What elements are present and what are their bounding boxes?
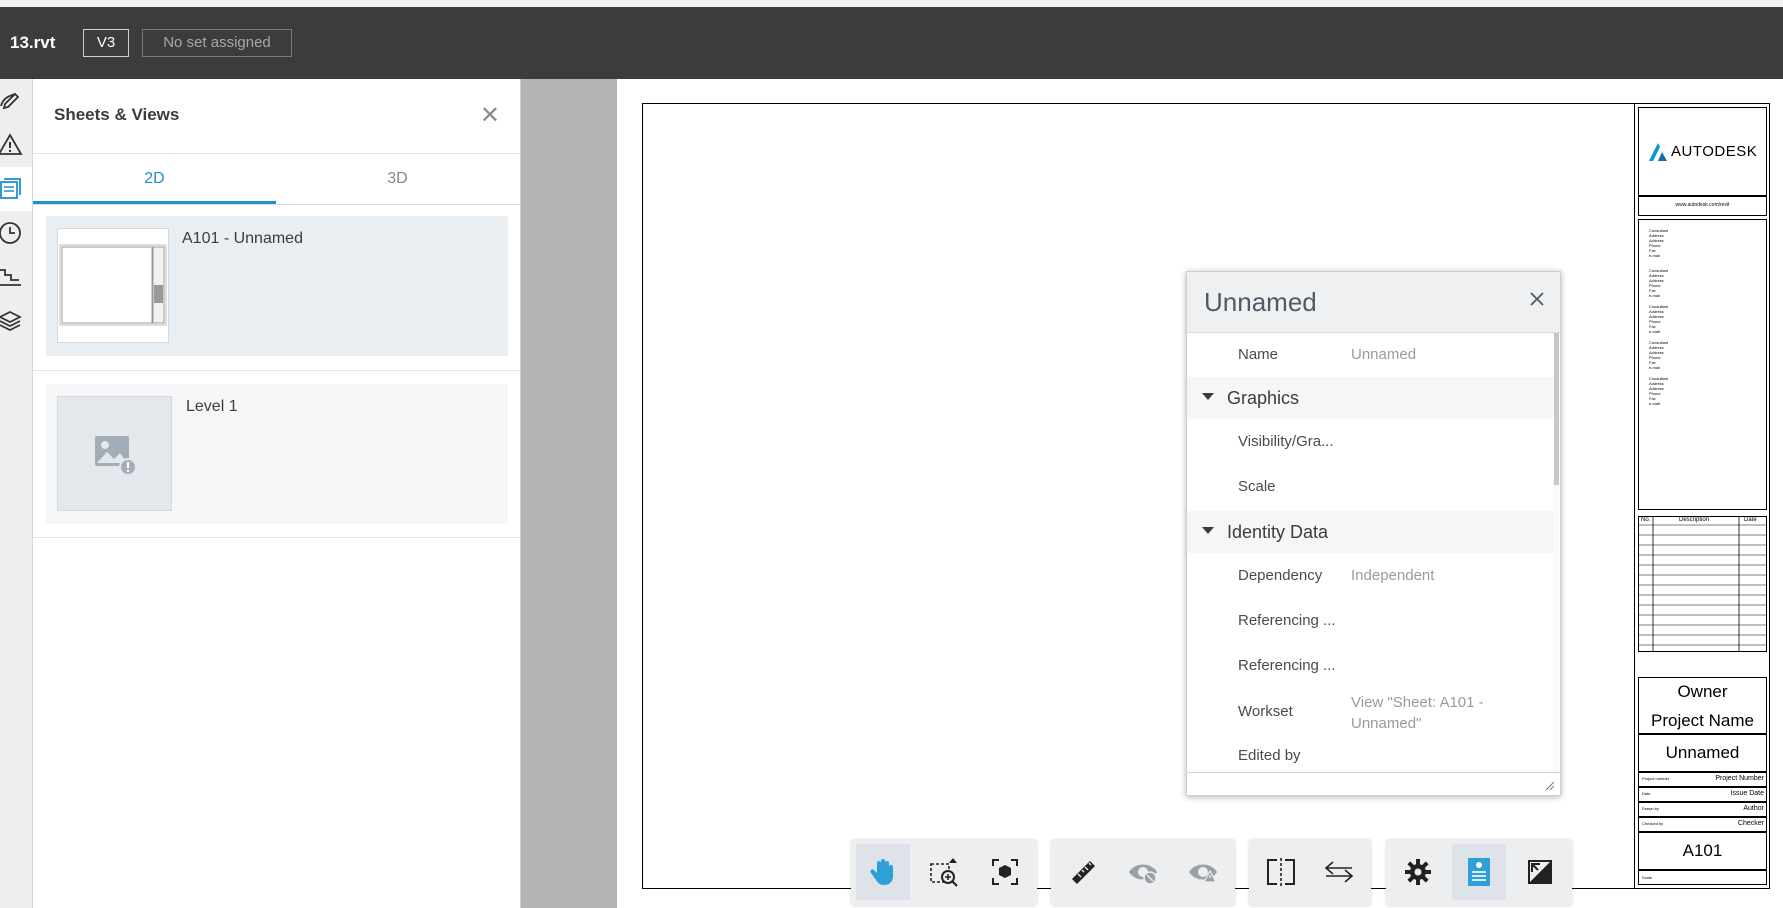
sheet-name-text: Unnamed xyxy=(1665,743,1740,762)
logo-text: AUTODESK xyxy=(1671,143,1758,160)
resize-handle-icon[interactable] xyxy=(1545,781,1555,791)
autodesk-logo-icon xyxy=(1649,143,1667,161)
caret-down-icon xyxy=(1202,527,1214,534)
property-row-edited-by: Edited by xyxy=(1238,747,1301,764)
titleblock-divider xyxy=(1634,103,1635,889)
view-item-label: Level 1 xyxy=(186,398,238,415)
tab-3d[interactable]: 3D xyxy=(276,154,519,204)
owner-project-box: Owner Project Name xyxy=(1638,677,1767,734)
sheets-views-panel: Sheets & Views ✕ 2D 3D A101 - Unnamed Le… xyxy=(33,79,521,908)
properties-header: Unnamed xyxy=(1187,272,1560,333)
property-row-referencing-2: Referencing ... xyxy=(1238,657,1336,674)
hide-icon[interactable] xyxy=(1116,844,1170,900)
consultant-block-3: Consultant Address Address Phone Fax e-mail xyxy=(1649,304,1669,334)
toolbar-tools-group xyxy=(1051,839,1235,905)
titleblock-logo-box: AUTODESK xyxy=(1638,107,1767,196)
view-tabs: 2D 3D xyxy=(33,154,520,205)
pan-icon[interactable] xyxy=(856,844,910,900)
meta-row: Checked by Checker xyxy=(1638,817,1767,832)
consultant-block-4: Consultant Address Address Phone Fax e-mail xyxy=(1649,340,1669,370)
close-icon[interactable] xyxy=(1528,290,1546,313)
measure-icon[interactable] xyxy=(1056,844,1110,900)
properties-title: Unnamed xyxy=(1204,287,1317,317)
fit-to-view-icon[interactable] xyxy=(978,844,1032,900)
properties-dialog: Unnamed Name Unnamed Graphics Visibility… xyxy=(1186,271,1561,796)
meta-row: Drawn by Author xyxy=(1638,802,1767,817)
tab-2d[interactable]: 2D xyxy=(33,154,276,204)
zoom-window-icon[interactable] xyxy=(917,844,971,900)
history-clock-icon[interactable] xyxy=(0,211,32,255)
split-view-icon[interactable] xyxy=(1254,844,1308,900)
panel-header: Sheets & Views ✕ xyxy=(33,79,520,154)
sheet-name-box: Unnamed xyxy=(1638,734,1767,772)
fullscreen-icon[interactable] xyxy=(1513,844,1567,900)
toolbar-compare-group xyxy=(1249,839,1371,905)
file-name: 13.rvt xyxy=(10,33,56,52)
sheet-number-text: A101 xyxy=(1682,841,1723,860)
properties-icon[interactable] xyxy=(1452,844,1506,900)
scrollbar-thumb[interactable] xyxy=(1554,333,1559,485)
property-row-name: Name Unnamed xyxy=(1238,346,1417,363)
revision-header-description: Description xyxy=(1679,517,1710,523)
sheet-number-box: A101 xyxy=(1638,832,1767,870)
project-name-text: Project Name xyxy=(1651,711,1754,730)
markup-icon[interactable] xyxy=(0,79,32,123)
website-text: www.autodesk.com/revit xyxy=(1675,202,1730,208)
consultant-block-1: Consultant Address Address Phone Fax e-mail xyxy=(1649,228,1669,258)
property-row-workset: Workset View "Sheet: A101 - Unnamed" xyxy=(1238,694,1484,732)
property-row-scale: Scale xyxy=(1238,478,1276,495)
sheet-item-a101[interactable]: A101 - Unnamed xyxy=(46,216,508,356)
layers-icon[interactable] xyxy=(0,299,32,343)
meta-row: Date Issue Date xyxy=(1638,787,1767,802)
set-status-badge[interactable]: No set assigned xyxy=(142,29,292,57)
image-missing-icon xyxy=(94,435,137,476)
consultant-block-2: Consultant Address Address Phone Fax e-mail xyxy=(1649,268,1669,298)
top-bar: 13.rvt V3 No set assigned xyxy=(0,0,1783,79)
group-graphics[interactable]: Graphics xyxy=(1187,377,1553,419)
panel-title: Sheets & Views xyxy=(54,105,180,124)
meta-row: Project number Project Number xyxy=(1638,772,1767,787)
divider xyxy=(33,537,520,538)
caret-down-icon xyxy=(1202,393,1214,400)
issues-warning-icon[interactable] xyxy=(0,123,32,167)
sheet-thumbnail xyxy=(57,228,169,343)
panel-close-icon[interactable]: ✕ xyxy=(480,101,500,130)
view-item-level-1[interactable]: Level 1 xyxy=(46,384,508,524)
toolbar-settings-group xyxy=(1386,839,1572,905)
isolate-icon[interactable] xyxy=(1176,844,1230,900)
titleblock-website-box: www.autodesk.com/revit xyxy=(1638,196,1767,216)
consultants-box: Consultant Address Address Phone Fax e-mail C… xyxy=(1638,219,1767,510)
sheets-views-icon[interactable] xyxy=(0,167,32,211)
property-row-dependency: Dependency Independent xyxy=(1238,567,1435,584)
left-rail xyxy=(0,79,33,908)
owner-text: Owner xyxy=(1677,682,1728,701)
settings-icon[interactable] xyxy=(1391,844,1445,900)
divider xyxy=(33,370,520,371)
property-row-visibility: Visibility/Gra... xyxy=(1238,433,1334,450)
toolbar-navigation-group xyxy=(851,839,1037,905)
compare-icon[interactable] xyxy=(1312,844,1366,900)
properties-footer xyxy=(1187,772,1560,796)
version-badge[interactable]: V3 xyxy=(83,29,129,57)
levels-icon[interactable] xyxy=(0,255,32,299)
property-row-referencing-1: Referencing ... xyxy=(1238,612,1336,629)
scale-box: Scale xyxy=(1638,870,1767,885)
revision-header-no: No. xyxy=(1641,517,1651,523)
sheet-item-label: A101 - Unnamed xyxy=(182,230,303,247)
revision-table: No. Description Date xyxy=(1638,516,1767,652)
viewer-gutter xyxy=(521,79,617,908)
thumbnail-placeholder xyxy=(57,396,172,511)
group-identity-data[interactable]: Identity Data xyxy=(1187,511,1553,553)
revision-header-date: Date xyxy=(1744,517,1757,523)
consultant-block-5: Consultant Address Address Phone Fax e-mail xyxy=(1649,376,1669,406)
